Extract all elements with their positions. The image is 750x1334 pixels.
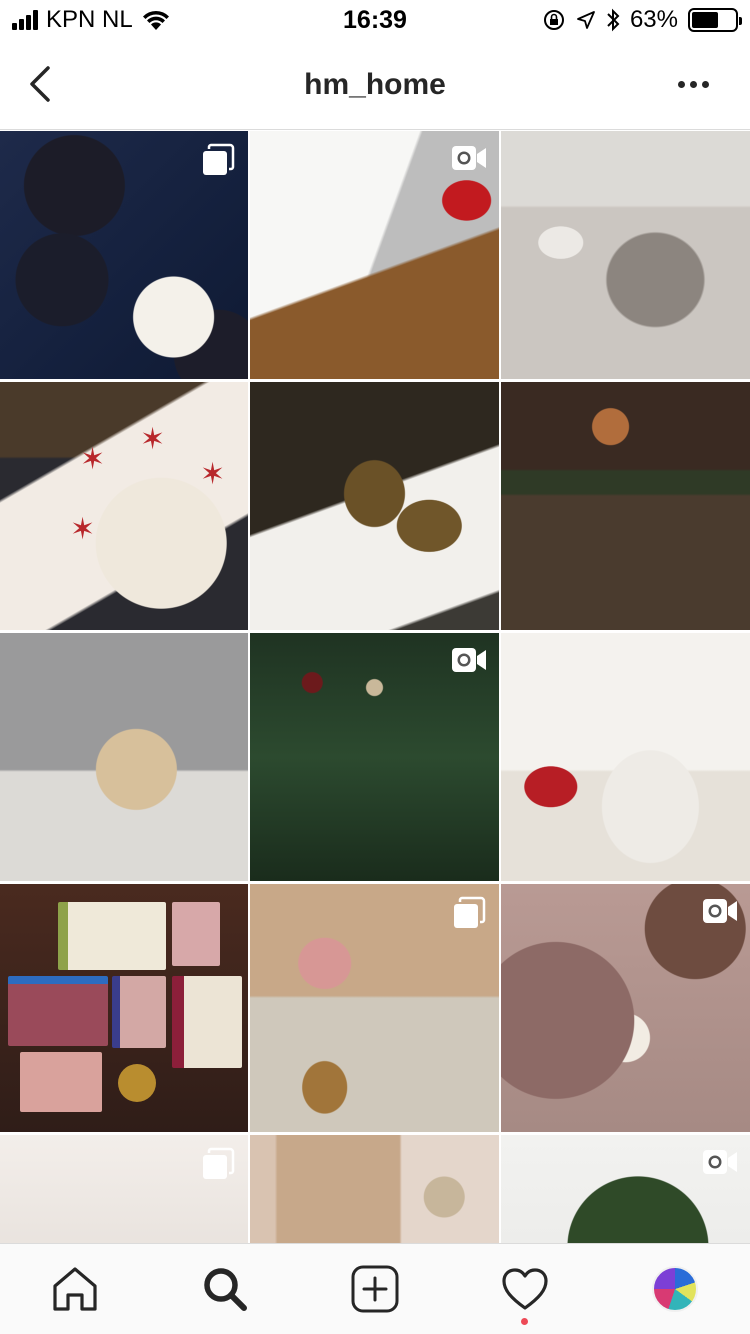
search-icon [204,1268,247,1311]
grid-post[interactable] [250,131,499,379]
status-right: 63% [542,6,742,34]
grid-post[interactable] [501,633,750,881]
grid-post[interactable] [0,131,248,379]
notification-dot [521,1318,528,1325]
battery-percent: 63% [629,6,678,33]
tab-new-post[interactable] [300,1244,450,1334]
multiple-posts-icon [200,1147,236,1183]
grid-post[interactable] [250,1135,499,1243]
grid-post[interactable] [0,884,248,1132]
battery-level [692,12,719,28]
video-icon [451,143,487,179]
home-icon [53,1267,97,1311]
grid-post[interactable]: ✶ ✶ ✶ ✶ [0,382,248,630]
bluetooth-icon [607,8,620,32]
profile-header: hm_home [0,40,750,130]
tab-activity[interactable] [450,1244,600,1334]
grid-post[interactable] [501,131,750,379]
more-options-button[interactable] [678,76,714,92]
battery-icon [688,8,742,32]
tab-search[interactable] [150,1244,300,1334]
location-arrow-icon [577,11,595,29]
grid-post[interactable] [501,382,750,630]
grid-post[interactable] [250,382,499,630]
add-post-icon [351,1265,399,1313]
grid-post[interactable] [0,633,248,881]
page-title: hm_home [304,68,446,101]
bottom-tab-bar [0,1243,750,1334]
status-bar: KPN NL 16:39 63% [0,0,750,40]
multiple-posts-icon [200,143,236,179]
video-icon [451,645,487,681]
grid-post[interactable] [250,884,499,1132]
grid-post[interactable] [250,633,499,881]
tab-profile[interactable] [600,1244,750,1334]
grid-post[interactable] [0,1135,248,1243]
tab-home[interactable] [0,1244,150,1334]
orientation-lock-icon [543,10,564,30]
photo-grid: ✶ ✶ ✶ ✶ [0,131,750,1243]
multiple-posts-icon [451,896,487,932]
grid-post[interactable] [501,1135,750,1243]
profile-avatar [652,1266,698,1312]
heart-icon [502,1268,548,1310]
video-icon [702,896,738,932]
video-icon [702,1147,738,1183]
grid-post[interactable] [501,884,750,1132]
more-dots-icon [678,80,685,88]
